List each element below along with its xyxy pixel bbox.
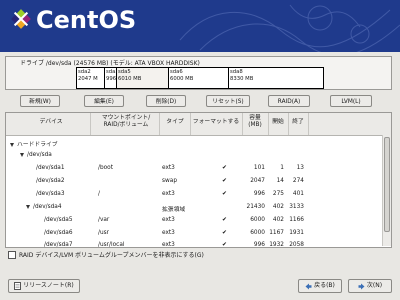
expander-icon[interactable] [26,204,30,209]
partition-table: デバイス マウントポイント/ RAID/ボリューム タイプ フォーマットする 容… [5,112,392,248]
format-check-icon: ✔ [222,191,227,197]
table-row-extended[interactable]: /dev/sda4 拡張領域 21430 402 3133 [6,201,382,214]
drive-partition-bar: sda2 2047 M sda3 996 sda5 6010 MB sda6 6… [76,67,324,89]
partition-segment[interactable]: sda6 6000 MB [169,68,229,88]
table-row[interactable]: /dev/sda2 swap ✔ 2047 14 274 [6,175,382,188]
table-row[interactable]: /dev/sda3 / ext3 ✔ 996 275 401 [6,188,382,201]
table-row[interactable]: /dev/sda1 /boot ext3 ✔ 101 1 13 [6,162,382,175]
format-check-icon: ✔ [222,178,227,184]
table-header: デバイス マウントポイント/ RAID/ボリューム タイプ フォーマットする 容… [6,113,391,136]
tree-row-harddrives[interactable]: ハードドライブ [6,136,382,149]
header-banner: CentOS [0,0,400,52]
format-check-icon: ✔ [222,230,227,236]
hide-raid-option[interactable]: RAID デバイス/LVM ボリュームグループメンバーを非表示にする(G) [8,250,204,259]
table-row[interactable]: /dev/sda7 /usr/local ext3 ✔ 996 1932 205… [6,239,382,248]
col-mount[interactable]: マウントポイント/ RAID/ボリューム [92,115,160,129]
brand-name: CentOS [36,6,137,34]
raid-button[interactable]: RAID(A) [268,95,310,107]
format-check-icon: ✔ [222,165,227,171]
drive-title: ドライブ /dev/sda (24576 MB) (モデル: ATA VBOX … [20,60,200,67]
format-check-icon: ✔ [222,242,227,248]
col-format[interactable]: フォーマットする [191,119,241,126]
hide-raid-label: RAID デバイス/LVM ボリュームグループメンバーを非表示にする(G) [19,252,204,259]
tree-row-disk[interactable]: /dev/sda [6,149,382,162]
scrollbar-thumb[interactable] [384,137,390,232]
partition-segment[interactable]: sda5 6010 MB [117,68,169,88]
col-end[interactable]: 終了 [289,119,307,126]
arrow-right-icon [358,283,365,289]
delete-button[interactable]: 削除(D) [146,95,186,107]
hide-raid-checkbox[interactable] [8,250,16,259]
partition-segment[interactable]: sda8 8330 MB [229,68,321,88]
arrow-left-icon [305,283,312,289]
release-notes-button[interactable]: リリースノート(R) [8,279,80,293]
centos-logo-icon [11,9,31,29]
expander-icon[interactable] [10,142,14,147]
back-button[interactable]: 戻る(B) [298,279,342,293]
table-row[interactable]: /dev/sda5 /var ext3 ✔ 6000 402 1166 [6,214,382,227]
reset-button[interactable]: リセット(S) [206,95,250,107]
format-check-icon: ✔ [222,217,227,223]
decorative-swirl [179,4,400,52]
table-scrollbar[interactable] [382,135,391,246]
col-device[interactable]: デバイス [16,119,86,126]
expander-icon[interactable] [20,152,24,157]
document-icon [14,282,22,290]
col-size[interactable]: 容量 (MB) [243,115,267,129]
col-start[interactable]: 開始 [269,119,287,126]
col-type[interactable]: タイプ [160,119,190,126]
lvm-button[interactable]: LVM(L) [330,95,372,107]
next-button[interactable]: 次(N) [348,279,392,293]
edit-button[interactable]: 編集(E) [84,95,124,107]
new-button[interactable]: 新規(W) [20,95,60,107]
partition-segment[interactable]: sda3 996 [105,68,117,88]
partition-segment[interactable]: sda2 2047 M [77,68,105,88]
